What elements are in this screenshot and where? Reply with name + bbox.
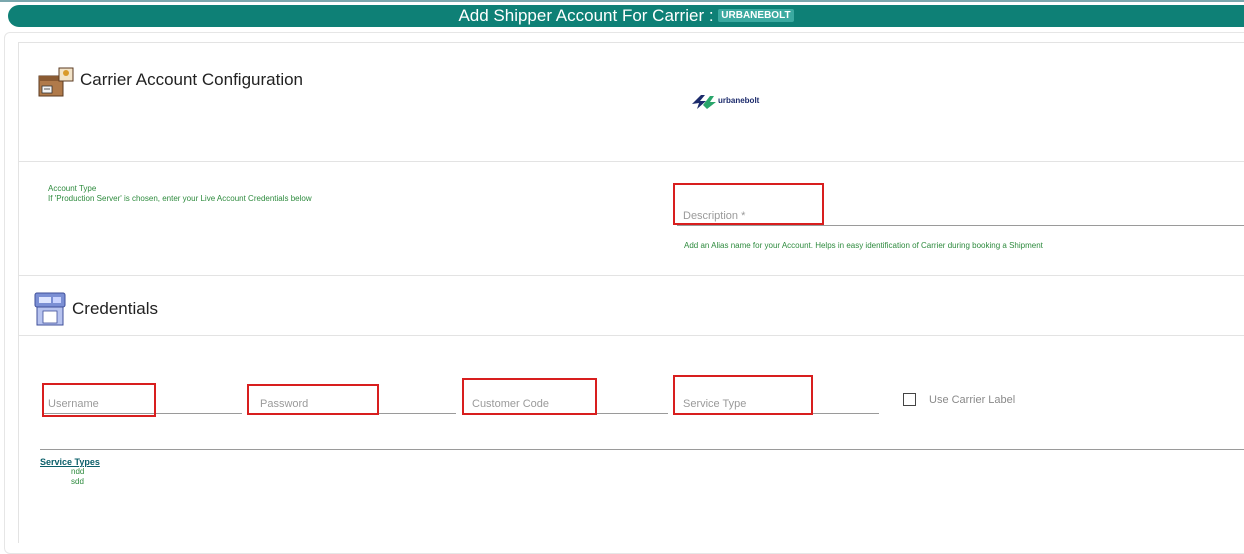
- logo-text: urbanebolt: [718, 96, 760, 105]
- page-title: Add Shipper Account For Carrier :: [458, 6, 714, 25]
- password-highlight: [247, 384, 379, 415]
- use-carrier-label-checkbox[interactable]: [903, 393, 916, 406]
- config-title: Carrier Account Configuration: [80, 70, 304, 89]
- urbanebolt-logo: urbanebolt: [691, 92, 773, 109]
- username-highlight: [42, 383, 156, 417]
- page-header: Add Shipper Account For Carrier : URBANE…: [8, 5, 1244, 27]
- service-type-highlight: [673, 375, 813, 415]
- account-type-label: Account Type: [48, 184, 97, 193]
- divider-3: [18, 335, 1244, 336]
- use-carrier-label-text: Use Carrier Label: [929, 394, 1016, 406]
- divider-4: [40, 449, 1244, 450]
- credentials-icon: [33, 291, 67, 327]
- carrier-badge: URBANEBOLT: [718, 9, 794, 23]
- credentials-title: Credentials: [72, 299, 158, 318]
- service-type-item: sdd: [71, 477, 84, 486]
- customer-code-highlight: [462, 378, 597, 415]
- divider-2: [18, 275, 1244, 276]
- description-help: Add an Alias name for your Account. Help…: [684, 241, 1043, 250]
- service-type-item: ndd: [71, 467, 85, 476]
- service-types-title: Service Types: [40, 457, 100, 467]
- description-highlight: [673, 183, 824, 225]
- carrier-package-icon: [37, 66, 75, 98]
- top-strip: [0, 0, 1244, 2]
- divider-1: [18, 161, 1244, 162]
- form-card: [18, 42, 1244, 543]
- account-type-hint: If 'Production Server' is chosen, enter …: [48, 194, 312, 203]
